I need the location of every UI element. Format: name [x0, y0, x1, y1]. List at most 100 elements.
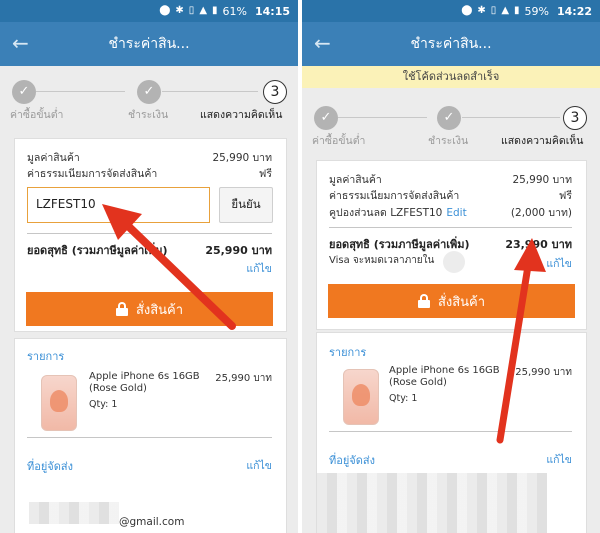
total-label: ยอดสุทธิ (รวมภาษีมูลค่าเพิ่ม)	[329, 238, 470, 251]
lock-icon	[115, 302, 128, 316]
arrow-left-icon[interactable]: ←	[12, 32, 29, 54]
battery-icon: ▮	[212, 5, 218, 16]
items-card: รายการ Apple iPhone 6s 16GB (Rose Gold) …	[316, 332, 587, 533]
edit-address-link[interactable]: แก้ไข	[246, 457, 272, 474]
status-bar: ⬤ ✱ ▯ ▲ ▮ 59% 14:22	[302, 0, 600, 22]
step-connector	[36, 91, 125, 92]
coupon-label: คูปองส่วนลด LZFEST10 Edit	[329, 204, 467, 221]
product-name: Apple iPhone 6s 16GB	[89, 371, 200, 382]
redacted-address	[317, 473, 547, 533]
divider	[27, 437, 272, 438]
signal-icon: ▲	[199, 5, 208, 16]
shipping-label: ค่าธรรมเนียมการจัดส่งสินค้า	[27, 168, 158, 180]
visa-note: Visa จะหมดเวลาภายใน	[329, 255, 435, 266]
subtotal-value: 25,990 บาท	[212, 152, 272, 164]
product-image	[343, 369, 379, 425]
status-bar: ⬤ ✱ ▯ ▲ ▮ 61% 14:15	[0, 0, 298, 22]
product-qty: Qty: 1	[89, 399, 118, 410]
redacted-email	[29, 502, 119, 524]
step-label: ชำระเงิน	[128, 109, 169, 121]
battery-icon: ▮	[514, 5, 520, 16]
checkout-steps: ✓ ✓ 3 ค่าซื้อขั้นต่ำ ชำระเงิน แสดงความคิ…	[0, 78, 298, 122]
place-order-button[interactable]: สั่งสินค้า	[26, 292, 273, 326]
total-value: 25,990 บาท	[205, 244, 272, 257]
step-done-icon: ✓	[12, 80, 36, 104]
shipping-value: ฟรี	[258, 168, 272, 180]
step-label: ค่าซื้อขั้นต่ำ	[10, 109, 64, 121]
checkout-screen-after: ⬤ ✱ ▯ ▲ ▮ 59% 14:22 ← ชำระค่าสิน... ใช้โ…	[302, 0, 600, 533]
clock: 14:22	[556, 4, 592, 18]
shipping-label: ค่าธรรมเนียมการจัดส่งสินค้า	[329, 190, 460, 202]
edit-total-link[interactable]: แก้ไข	[546, 255, 572, 272]
shipping-row: ค่าธรรมเนียมการจัดส่งสินค้า ฟรี	[329, 187, 572, 202]
step-current-number: 3	[263, 80, 287, 104]
subtotal-row: มูลค่าสินค้า 25,990 บาท	[27, 149, 272, 164]
coupon-code-text: คูปองส่วนลด LZFEST10	[329, 207, 443, 219]
lock-icon	[417, 294, 430, 308]
place-order-label: สั่งสินค้า	[135, 302, 184, 318]
step-label: ชำระเงิน	[428, 135, 469, 147]
coupon-input[interactable]: LZFEST10	[27, 187, 210, 223]
product-price: 25,990 บาท	[515, 367, 572, 378]
redacted-avatar	[443, 251, 465, 273]
shipping-row: ค่าธรรมเนียมการจัดส่งสินค้า ฟรี	[27, 165, 272, 180]
items-section-title: รายการ	[329, 346, 367, 359]
page-title: ชำระค่าสิน...	[108, 36, 190, 52]
app-bar: ← ชำระค่าสิน...	[0, 22, 298, 66]
product-image	[41, 375, 77, 431]
step-done-icon: ✓	[437, 106, 461, 130]
shipping-value: ฟรี	[558, 190, 572, 202]
bluetooth-icon: ✱	[175, 5, 184, 16]
subtotal-label: มูลค่าสินค้า	[27, 152, 80, 164]
coupon-edit-link[interactable]: Edit	[446, 207, 466, 219]
email-domain: @gmail.com	[119, 516, 185, 528]
battery-percent: 61%	[222, 4, 247, 18]
place-order-button[interactable]: สั่งสินค้า	[328, 284, 575, 318]
step-label-active: แสดงความคิดเห็น	[200, 109, 283, 121]
location-icon: ⬤	[461, 5, 473, 16]
battery-percent: 59%	[524, 4, 549, 18]
total-label: ยอดสุทธิ (รวมภาษีมูลค่าเพิ่ม)	[27, 244, 168, 257]
total-row: ยอดสุทธิ (รวมภาษีมูลค่าเพิ่ม) 23,990 บาท	[329, 235, 572, 251]
checkout-screen-before: ⬤ ✱ ▯ ▲ ▮ 61% 14:15 ← ชำระค่าสิน... ✓ ✓ …	[0, 0, 298, 533]
product-qty: Qty: 1	[389, 393, 418, 404]
vibrate-icon: ▯	[188, 5, 195, 16]
product-price: 25,990 บาท	[215, 373, 272, 384]
clock: 14:15	[254, 4, 290, 18]
step-label-active: แสดงความคิดเห็น	[501, 135, 584, 147]
divider	[27, 233, 272, 234]
bluetooth-icon: ✱	[477, 5, 486, 16]
total-value: 23,990 บาท	[505, 238, 572, 251]
items-section-title: รายการ	[27, 350, 65, 363]
coupon-success-banner: ใช้โค้ดส่วนลดสำเร็จ	[302, 66, 600, 88]
edit-total-link[interactable]: แก้ไข	[246, 260, 272, 277]
step-connector	[462, 117, 560, 118]
location-icon: ⬤	[159, 5, 171, 16]
shipping-address-title: ที่อยู่จัดส่ง	[329, 454, 375, 467]
checkout-steps: ✓ ✓ 3 ค่าซื้อขั้นต่ำ ชำระเงิน แสดงความคิ…	[302, 104, 600, 148]
step-label: ค่าซื้อขั้นต่ำ	[312, 135, 366, 147]
shipping-address-title: ที่อยู่จัดส่ง	[27, 460, 73, 473]
divider	[329, 431, 572, 432]
signal-icon: ▲	[501, 5, 510, 16]
page-title: ชำระค่าสิน...	[410, 36, 492, 52]
items-card: รายการ Apple iPhone 6s 16GB (Rose Gold) …	[14, 338, 287, 533]
step-current-number: 3	[563, 106, 587, 130]
step-done-icon: ✓	[137, 80, 161, 104]
divider	[329, 227, 572, 228]
place-order-label: สั่งสินค้า	[437, 294, 486, 310]
product-variant: (Rose Gold)	[89, 383, 147, 394]
coupon-row: คูปองส่วนลด LZFEST10 Edit (2,000 บาท)	[329, 204, 572, 221]
subtotal-value: 25,990 บาท	[512, 174, 572, 186]
edit-address-link[interactable]: แก้ไข	[546, 451, 572, 468]
subtotal-row: มูลค่าสินค้า 25,990 บาท	[329, 171, 572, 186]
vibrate-icon: ▯	[490, 5, 497, 16]
coupon-discount-value: (2,000 บาท)	[510, 207, 572, 219]
product-name: Apple iPhone 6s 16GB	[389, 365, 500, 376]
subtotal-label: มูลค่าสินค้า	[329, 174, 382, 186]
confirm-coupon-button[interactable]: ยืนยัน	[219, 187, 273, 223]
app-bar: ← ชำระค่าสิน...	[302, 22, 600, 66]
step-connector	[338, 117, 427, 118]
arrow-left-icon[interactable]: ←	[314, 32, 331, 54]
step-done-icon: ✓	[314, 106, 338, 130]
